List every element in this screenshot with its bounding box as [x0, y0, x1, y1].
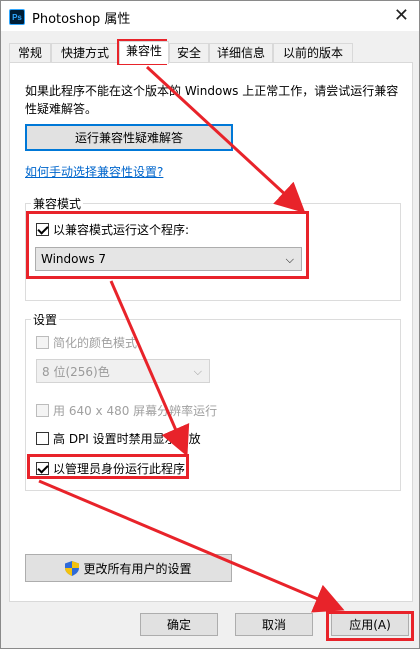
change-all-users-button[interactable]: 更改所有用户的设置	[25, 554, 232, 582]
ok-button[interactable]: 确定	[140, 613, 218, 636]
resolution-row: 用 640 x 480 屏幕分辨率运行	[36, 402, 217, 419]
tab-strip: 常规 快捷方式 兼容性 安全 详细信息 以前的版本	[9, 41, 413, 64]
cancel-button[interactable]: 取消	[235, 613, 313, 636]
properties-window: Ps Photoshop 属性 ✕ 常规 快捷方式 兼容性 安全 详细信息 以前…	[0, 0, 420, 649]
run-as-admin-checkbox[interactable]	[36, 462, 49, 475]
reduced-color-label: 简化的颜色模式	[53, 336, 138, 350]
apply-button[interactable]: 应用(A)	[331, 613, 409, 636]
run-as-admin-row[interactable]: 以管理员身份运行此程序	[36, 460, 185, 477]
compat-mode-label: 以兼容模式运行这个程序:	[53, 223, 190, 237]
color-depth-select: 8 位(256)色 ⌵	[36, 359, 210, 383]
compat-mode-row[interactable]: 以兼容模式运行这个程序:	[36, 221, 189, 238]
uac-shield-icon	[65, 560, 80, 576]
color-depth-value: 8 位(256)色	[42, 364, 110, 379]
tab-previous-versions[interactable]: 以前的版本	[273, 43, 353, 63]
chevron-down-icon: ⌵	[193, 365, 202, 378]
manual-compat-link[interactable]: 如何手动选择兼容性设置?	[25, 163, 163, 180]
dpi-checkbox[interactable]	[36, 432, 49, 445]
compatibility-page: 如果此程序不能在这个版本的 Windows 上正常工作，请尝试运行兼容性疑难解答…	[9, 62, 413, 602]
dpi-label: 高 DPI 设置时禁用显示缩放	[53, 432, 201, 446]
change-all-users-label: 更改所有用户的设置	[83, 561, 192, 576]
compat-mode-checkbox[interactable]	[36, 223, 49, 236]
reduced-color-row: 简化的颜色模式	[36, 334, 137, 351]
run-troubleshooter-button[interactable]: 运行兼容性疑难解答	[25, 124, 233, 151]
title-bar: Ps Photoshop 属性 ✕	[1, 1, 419, 32]
resolution-label: 用 640 x 480 屏幕分辨率运行	[53, 404, 218, 418]
tab-compatibility[interactable]: 兼容性	[119, 41, 169, 64]
os-version-value: Windows 7	[41, 252, 107, 266]
info-text: 如果此程序不能在这个版本的 Windows 上正常工作，请尝试运行兼容性疑难解答…	[25, 84, 399, 116]
reduced-color-checkbox	[36, 336, 49, 349]
os-version-select[interactable]: Windows 7 ⌵	[35, 247, 302, 271]
tab-general[interactable]: 常规	[9, 43, 51, 63]
tab-details[interactable]: 详细信息	[209, 43, 273, 63]
settings-title: 设置	[31, 311, 60, 328]
run-as-admin-label: 以管理员身份运行此程序	[53, 462, 186, 476]
photoshop-app-icon: Ps	[9, 9, 25, 25]
compat-mode-title: 兼容模式	[31, 195, 84, 212]
window-title: Photoshop 属性	[32, 12, 131, 27]
resolution-checkbox	[36, 404, 49, 417]
tab-shortcut[interactable]: 快捷方式	[51, 43, 119, 63]
close-icon[interactable]: ✕	[394, 5, 409, 26]
chevron-down-icon: ⌵	[285, 253, 294, 266]
tab-security[interactable]: 安全	[169, 43, 209, 63]
dpi-row[interactable]: 高 DPI 设置时禁用显示缩放	[36, 430, 201, 447]
